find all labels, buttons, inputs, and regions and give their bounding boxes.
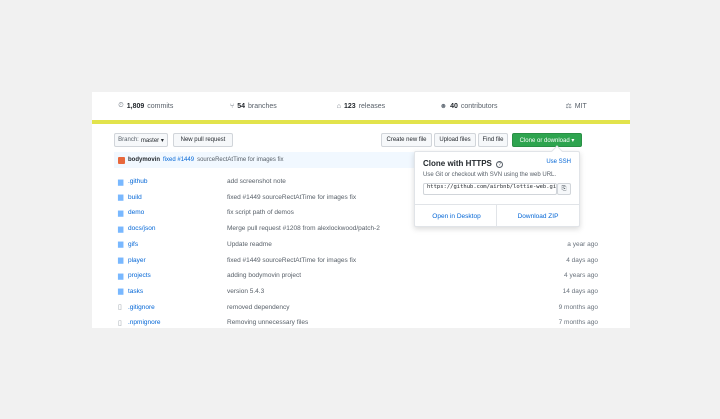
file-name[interactable]: docs/json [128, 225, 155, 232]
file-name[interactable]: player [128, 257, 146, 264]
branch-icon: ⑂ [229, 102, 235, 110]
file-toolbar: Branch: master ▾ New pull request Create… [114, 133, 608, 147]
table-row[interactable]: ▆ gifs Update readme a year ago [114, 237, 608, 252]
open-in-desktop-button[interactable]: Open in Desktop [415, 205, 498, 227]
folder-icon: ▆ [118, 288, 124, 296]
file-commit-message[interactable]: adding bodymovin project [227, 272, 301, 279]
help-icon[interactable]: ? [496, 161, 504, 168]
file-age: 14 days ago [562, 287, 598, 295]
commit-author[interactable]: bodymovin [128, 157, 160, 163]
branches-stat[interactable]: ⑂ 54 branches [200, 92, 308, 120]
commits-label: commits [147, 102, 174, 110]
branch-prefix: Branch: [118, 137, 139, 143]
folder-icon: ▆ [118, 272, 124, 280]
table-row[interactable]: ▆ player fixed #1449 sourceRectAtTime for … [114, 253, 608, 268]
license-stat[interactable]: ⚖ MIT [522, 92, 630, 120]
table-row[interactable]: ▯ .npmignore Removing unnecessary files 7 m… [114, 315, 608, 328]
avatar[interactable] [118, 156, 125, 164]
contributors-label: contributors [460, 102, 498, 110]
commit-message-text[interactable]: sourceRectAtTime for images fix [197, 157, 283, 163]
history-icon: ⏲ [118, 102, 124, 109]
file-name[interactable]: .github [128, 178, 148, 185]
file-name[interactable]: tasks [128, 288, 143, 295]
file-name[interactable]: .gitignore [128, 304, 155, 311]
file-name[interactable]: demo [128, 209, 144, 216]
branch-name: master ▾ [140, 137, 164, 144]
releases-count: 123 [344, 102, 356, 110]
clone-download-button[interactable]: Clone or download ▾ [512, 133, 582, 147]
clone-description: Use Git or checkout with SVN using the w… [423, 172, 557, 178]
clipboard-icon[interactable]: ⎘ [557, 183, 571, 195]
file-age: a year ago [567, 240, 598, 248]
contributors-count: 40 [450, 102, 458, 110]
file-commit-message[interactable]: fixed #1449 sourceRectAtTime for images … [227, 194, 356, 201]
language-bar[interactable] [92, 120, 630, 124]
file-commit-message[interactable]: removed dependency [227, 304, 290, 311]
new-pull-request-button[interactable]: New pull request [173, 133, 233, 147]
file-age: 7 months ago [558, 319, 598, 327]
law-icon: ⚖ [565, 103, 572, 110]
use-ssh-link[interactable]: Use SSH [546, 159, 571, 165]
upload-files-button[interactable]: Upload files [434, 133, 476, 147]
clone-title-text: Clone with HTTPS [423, 159, 492, 168]
latest-commit-bar: bodymovin fixed #1449 sourceRectAtTime f… [114, 152, 414, 168]
file-commit-message[interactable]: fixed #1449 sourceRectAtTime for images … [227, 257, 356, 264]
commits-count: 1,809 [126, 102, 145, 110]
find-file-button[interactable]: Find file [478, 133, 508, 147]
table-row[interactable]: ▆ tasks version 5.4.3 14 days ago [114, 284, 608, 299]
file-commit-message[interactable]: Merge pull request #1208 from alexlockwo… [227, 225, 380, 232]
commit-issue-link[interactable]: #1449 [177, 157, 194, 163]
file-commit-message[interactable]: version 5.4.3 [227, 288, 264, 295]
download-zip-button[interactable]: Download ZIP [496, 205, 579, 227]
clone-url-input[interactable]: https://github.com/airbnb/lottie-web.git [423, 183, 557, 195]
file-name[interactable]: .npmignore [128, 319, 161, 326]
clone-dropdown: Clone with HTTPS ? Use SSH Use Git or ch… [414, 145, 580, 227]
folder-icon: ▆ [118, 209, 124, 217]
file-icon: ▯ [118, 319, 122, 327]
create-new-file-button[interactable]: Create new file [381, 133, 432, 147]
file-icon: ▯ [118, 304, 122, 312]
folder-icon: ▆ [118, 257, 124, 264]
file-name[interactable]: build [128, 194, 142, 201]
folder-icon: ▆ [118, 225, 124, 233]
repo-summary: ⏲ 1,809 commits ⑂ 54 branches ⌂ 123 rele… [92, 92, 630, 120]
license-label: MIT [574, 102, 587, 110]
file-age: 9 months ago [558, 303, 598, 311]
commits-stat[interactable]: ⏲ 1,809 commits [92, 92, 200, 120]
folder-icon: ▆ [118, 241, 124, 249]
file-commit-message[interactable]: Removing unnecessary files [227, 319, 308, 326]
branches-count: 54 [237, 102, 245, 110]
table-row[interactable]: ▆ projects adding bodymovin project 4 years… [114, 268, 608, 283]
table-row[interactable]: ▯ .gitignore removed dependency 9 months ag… [114, 300, 608, 315]
file-commit-message[interactable]: Update readme [227, 241, 272, 248]
branches-label: branches [247, 102, 277, 110]
branch-select-button[interactable]: Branch: master ▾ [114, 133, 168, 147]
file-name[interactable]: gifs [128, 241, 138, 248]
file-age: 4 years ago [564, 272, 598, 280]
clone-title: Clone with HTTPS ? [423, 159, 504, 168]
dropdown-caret [551, 145, 563, 157]
commit-message-prefix: fixed [163, 157, 176, 163]
folder-icon: ▆ [118, 194, 124, 202]
releases-label: releases [358, 102, 386, 110]
repository-panel: ⏲ 1,809 commits ⑂ 54 branches ⌂ 123 rele… [92, 92, 630, 328]
file-commit-message[interactable]: add screenshot note [227, 178, 286, 185]
contributors-stat[interactable]: ☻ 40 contributors [415, 92, 523, 120]
releases-stat[interactable]: ⌂ 123 releases [307, 92, 415, 120]
tag-icon: ⌂ [336, 102, 342, 110]
commit-message-link[interactable]: fixed #1449 [163, 157, 194, 163]
file-name[interactable]: projects [128, 272, 151, 279]
folder-icon: ▆ [118, 178, 124, 186]
file-commit-message[interactable]: fix script path of demos [227, 209, 294, 216]
file-age: 4 days ago [566, 256, 598, 264]
people-icon: ☻ [439, 102, 448, 110]
